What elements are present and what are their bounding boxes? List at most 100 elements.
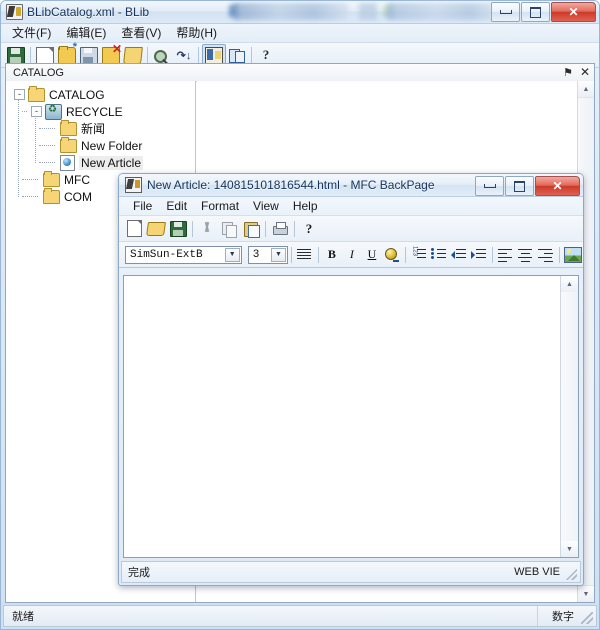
minimize-icon	[483, 184, 496, 188]
main-window-title: BLibCatalog.xml - BLib	[27, 5, 150, 19]
new-button[interactable]	[123, 218, 145, 239]
cut-button[interactable]	[196, 218, 218, 239]
child-maximize-button[interactable]	[505, 176, 534, 196]
tree-connector	[22, 179, 38, 180]
menu-item-view[interactable]: 查看(V)	[115, 23, 170, 43]
align-center-icon	[518, 248, 533, 261]
tree-connector	[39, 162, 55, 163]
child-menubar: File Edit Format View Help	[119, 197, 583, 216]
text-color-icon	[384, 247, 400, 262]
toolbar-separator	[492, 246, 493, 263]
menu-item-file[interactable]: 文件(F)	[6, 23, 60, 43]
tree-node-news[interactable]: 新闻	[10, 119, 195, 137]
child-menu-item-file[interactable]: File	[127, 198, 160, 215]
font-size-combobox[interactable]: 3 ▼	[247, 245, 288, 264]
tree-node-new-article[interactable]: New Article	[10, 154, 195, 171]
editor-scroll-up-arrow-icon[interactable]: ▲	[561, 276, 578, 292]
child-status-text: 完成	[128, 567, 150, 579]
new-folder-icon	[58, 43, 77, 64]
font-name-value: SimSun-ExtB	[130, 248, 203, 261]
child-window-title: New Article: 140815101816544.html - MFC …	[147, 178, 435, 192]
align-left-button[interactable]	[496, 244, 516, 265]
resize-grip-icon[interactable]	[581, 612, 593, 624]
scroll-down-arrow-icon[interactable]: ▼	[578, 585, 594, 602]
bullet-list-button[interactable]	[429, 244, 449, 265]
align-right-icon	[538, 248, 554, 261]
editor-scrollbar[interactable]: ▲ ▼	[560, 276, 578, 557]
align-right-button[interactable]	[536, 244, 556, 265]
tree-node-new-folder[interactable]: New Folder	[10, 136, 195, 154]
text-color-button[interactable]	[382, 244, 402, 265]
paste-icon	[243, 221, 260, 238]
tree-node-label: COM	[64, 189, 92, 204]
copy-icon	[222, 221, 237, 238]
numbered-list-icon	[411, 246, 427, 261]
close-button[interactable]: ✕	[551, 2, 596, 22]
delete-folder-icon	[102, 44, 122, 64]
editor-container: ▲ ▼	[123, 275, 579, 558]
child-titlebar[interactable]: New Article: 140815101816544.html - MFC …	[119, 174, 583, 197]
editor-content[interactable]	[124, 276, 561, 557]
tree-node-label: New Folder	[81, 138, 143, 153]
bold-button[interactable]: B	[322, 244, 342, 265]
screen: BLibCatalog.xml - BLib ✕ 文件(F) 编辑(E) 查看(…	[0, 0, 600, 630]
minimize-button[interactable]	[491, 2, 520, 22]
insert-image-icon	[563, 246, 582, 263]
close-pane-icon[interactable]: ✕	[580, 66, 590, 78]
editor-scroll-down-arrow-icon[interactable]: ▼	[561, 541, 578, 557]
arrange-panes-icon	[229, 48, 245, 63]
find-next-icon: ↷↓	[176, 49, 192, 62]
insert-image-button[interactable]	[563, 244, 583, 265]
toolbar-separator	[559, 246, 560, 263]
align-left-icon	[498, 248, 513, 261]
align-center-button[interactable]	[516, 244, 536, 265]
chevron-down-icon[interactable]: ▼	[224, 247, 240, 262]
italic-button[interactable]: I	[342, 244, 362, 265]
folder-icon	[43, 170, 60, 187]
article-icon	[60, 154, 75, 171]
help-icon: ?	[305, 220, 313, 236]
print-button[interactable]	[269, 218, 291, 239]
expander-icon[interactable]: -	[14, 89, 25, 100]
save-button[interactable]	[167, 218, 189, 239]
about-button[interactable]: ?	[298, 218, 320, 239]
decrease-indent-button[interactable]	[449, 244, 469, 265]
open-button[interactable]	[145, 218, 167, 239]
toolbar-separator	[294, 220, 295, 237]
chevron-down-icon[interactable]: ▼	[271, 247, 286, 262]
increase-indent-button[interactable]	[469, 244, 489, 265]
window-view-icon	[205, 46, 223, 64]
child-close-button[interactable]: ✕	[535, 176, 580, 196]
child-menu-item-view[interactable]: View	[247, 198, 287, 215]
scroll-up-arrow-icon[interactable]: ▲	[578, 81, 594, 98]
child-standard-toolbar: ?	[119, 216, 583, 242]
main-titlebar[interactable]: BLibCatalog.xml - BLib ✕	[1, 1, 599, 24]
font-name-combobox[interactable]: SimSun-ExtB ▼	[125, 245, 242, 264]
child-menu-item-edit[interactable]: Edit	[160, 198, 195, 215]
paragraph-style-button[interactable]	[295, 244, 315, 265]
child-minimize-button[interactable]	[475, 176, 504, 196]
child-resize-grip-icon[interactable]	[566, 569, 577, 580]
maximize-button[interactable]	[521, 2, 550, 22]
child-statusbar: 完成 WEB VIE	[121, 561, 581, 583]
bold-icon: B	[327, 247, 336, 261]
paste-button[interactable]	[240, 218, 262, 239]
menu-item-help[interactable]: 帮助(H)	[170, 23, 226, 43]
save-icon	[169, 220, 187, 237]
menu-item-edit[interactable]: 编辑(E)	[60, 23, 115, 43]
numbered-list-button[interactable]	[409, 244, 429, 265]
folder-icon	[60, 119, 77, 136]
catalog-pane-header: CATALOG ⚑ ✕	[6, 64, 594, 82]
open-folder-icon	[123, 46, 143, 64]
tree-node-catalog[interactable]: - CATALOG	[10, 85, 195, 103]
child-menu-item-help[interactable]: Help	[287, 198, 326, 215]
decrease-indent-icon	[451, 248, 467, 261]
toolbar-separator	[147, 47, 148, 63]
underline-button[interactable]: U	[362, 244, 382, 265]
tree-node-recycle[interactable]: - RECYCLE	[10, 103, 195, 120]
expander-icon[interactable]: -	[31, 106, 42, 117]
copy-button[interactable]	[218, 218, 240, 239]
tree-connector	[39, 145, 55, 146]
child-menu-item-format[interactable]: Format	[195, 198, 247, 215]
pin-icon[interactable]: ⚑	[563, 66, 573, 79]
